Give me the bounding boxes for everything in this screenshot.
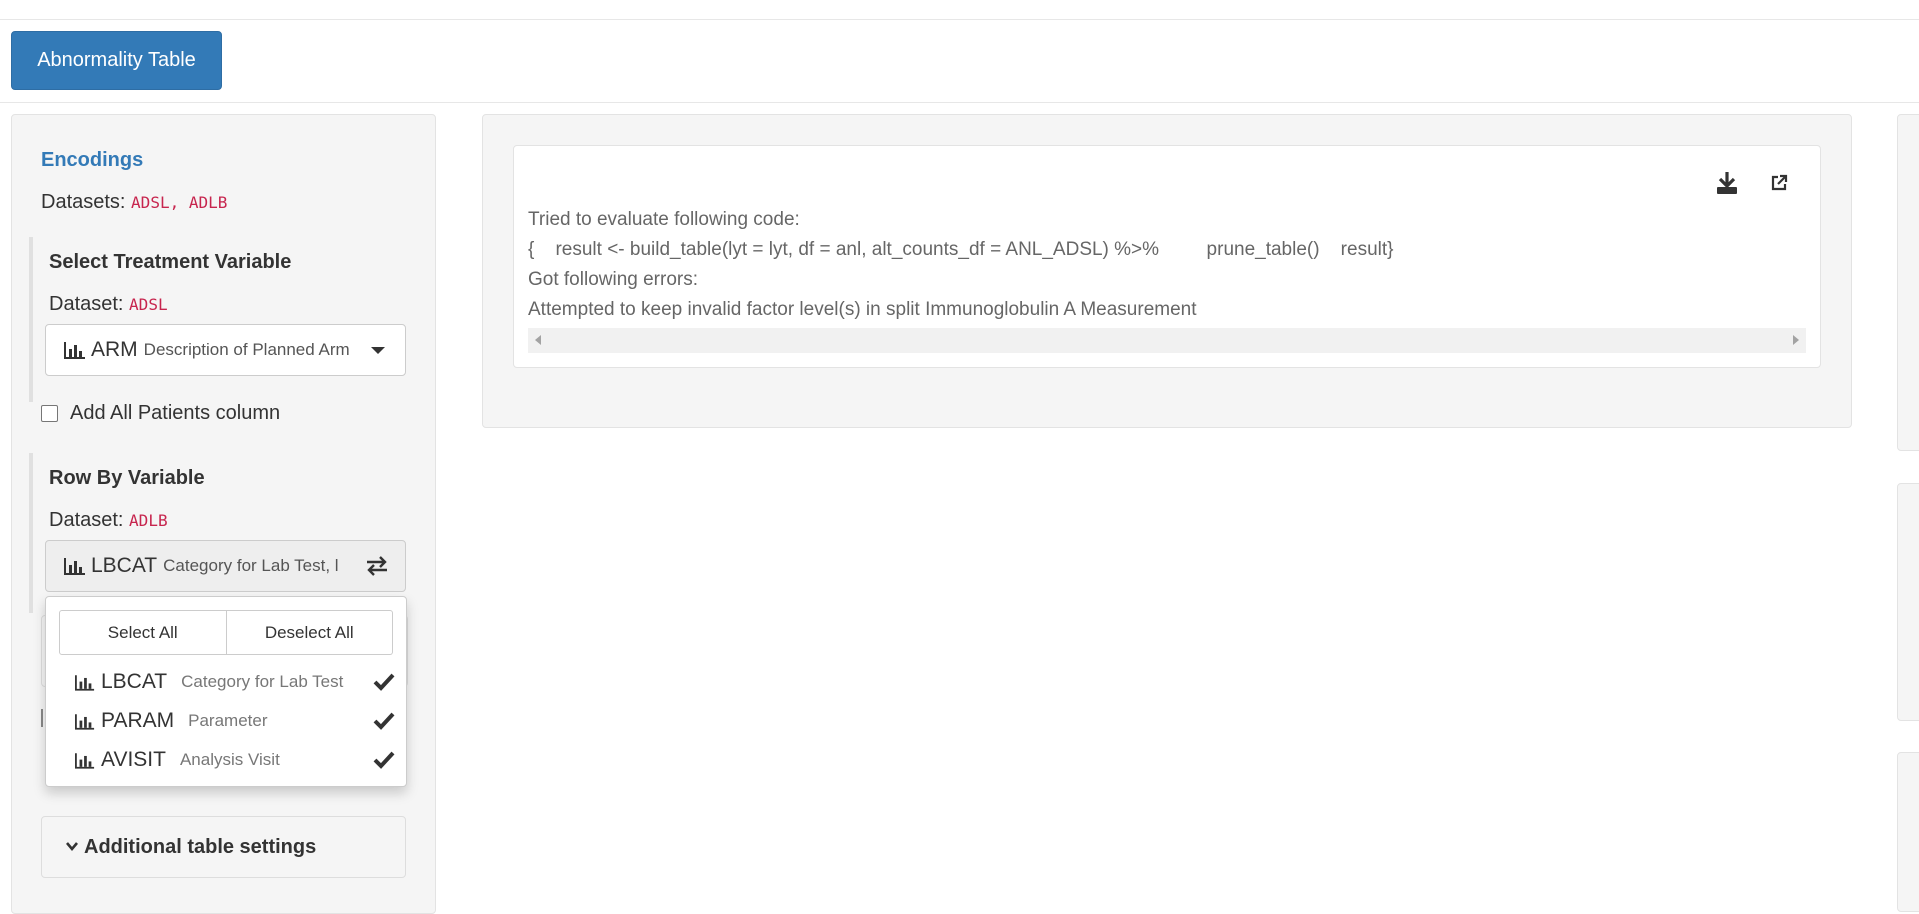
row-by-dataset-value: ADLB <box>129 511 168 530</box>
datasets-label: Datasets: <box>41 191 126 213</box>
bar-chart-icon <box>64 558 85 575</box>
additional-table-settings-toggle[interactable]: Additional table settings <box>41 816 406 878</box>
encodings-title: Encodings <box>41 149 144 171</box>
bar-chart-icon <box>75 674 95 691</box>
check-icon <box>373 673 395 691</box>
error-line: Tried to evaluate following code: <box>528 209 800 230</box>
option-name: PARAM <box>101 709 175 732</box>
option-desc: Analysis Visit <box>179 750 280 769</box>
tab-divider <box>0 102 1919 103</box>
additional-table-settings-label: Additional table settings <box>84 836 317 858</box>
datasets-value: ADSL, ADLB <box>131 193 228 212</box>
bar-chart-icon <box>64 342 85 359</box>
select-all-button[interactable]: Select All <box>59 610 227 655</box>
bar-chart-icon <box>75 752 95 769</box>
treatment-selected-name: ARM <box>91 338 138 361</box>
add-all-patients-label: Add All Patients column <box>70 402 281 424</box>
treatment-variable-select[interactable]: ARM Description of Planned Arm <box>45 324 406 376</box>
right-panel-bottom <box>1897 752 1919 912</box>
row-by-variable-select[interactable]: LBCAT Category for Lab Test, l <box>45 540 406 592</box>
output-panel: Tried to evaluate following code: { resu… <box>482 114 1852 428</box>
add-all-patients-row: Add All Patients column <box>41 402 280 425</box>
treatment-dataset-line: Dataset: ADSL <box>49 293 168 316</box>
treatment-dataset-value: ADSL <box>129 295 168 314</box>
encodings-panel: Encodings Datasets: ADSL, ADLB Select Tr… <box>11 114 436 914</box>
external-link-icon[interactable] <box>1770 174 1788 192</box>
treatment-section: Select Treatment Variable Dataset: ADSL <box>29 237 291 402</box>
download-icon[interactable] <box>1716 171 1738 195</box>
select-buttons-group: Select All Deselect All <box>59 610 393 655</box>
error-line: Got following errors: <box>528 269 699 290</box>
top-bar <box>0 0 1919 20</box>
row-by-dataset-line: Dataset: ADLB <box>49 509 168 532</box>
right-panel-middle <box>1897 483 1919 721</box>
option-name: LBCAT <box>101 670 168 693</box>
abnormality-table-tab[interactable]: Abnormality Table <box>11 31 222 90</box>
datasets-line: Datasets: ADSL, ADLB <box>41 191 227 214</box>
deselect-all-button[interactable]: Deselect All <box>226 610 393 655</box>
treatment-selected-desc: Description of Planned Arm <box>143 340 350 359</box>
option-desc: Category for Lab Test <box>181 672 344 691</box>
row-by-dropdown-menu: Select All Deselect All LBCAT Category f… <box>45 596 407 787</box>
bar-chart-icon <box>75 713 95 730</box>
dropdown-option-lbcat[interactable]: LBCAT Category for Lab Test <box>75 664 395 700</box>
horizontal-scrollbar[interactable] <box>528 328 1806 353</box>
row-by-title: Row By Variable <box>49 467 205 489</box>
row-by-dataset-label: Dataset: <box>49 509 124 531</box>
add-all-patients-checkbox[interactable] <box>41 405 58 422</box>
row-by-selected-desc: Category for Lab Test, l <box>163 556 339 575</box>
row-by-selected-name: LBCAT <box>91 554 158 577</box>
scroll-left-arrow-icon[interactable] <box>535 335 541 345</box>
error-line: Attempted to keep invalid factor level(s… <box>528 299 1197 320</box>
option-name: AVISIT <box>101 748 166 771</box>
option-desc: Parameter <box>188 711 268 730</box>
treatment-title: Select Treatment Variable <box>49 251 292 273</box>
right-panel-top <box>1897 114 1919 451</box>
caret-down-icon <box>371 347 385 354</box>
dropdown-option-param[interactable]: PARAM Parameter <box>75 703 395 739</box>
row-by-section: Row By Variable Dataset: ADLB <box>29 453 205 613</box>
check-icon <box>373 751 395 769</box>
chevron-down-icon <box>66 842 78 852</box>
check-icon <box>373 712 395 730</box>
scroll-right-arrow-icon[interactable] <box>1793 335 1799 345</box>
dropdown-option-avisit[interactable]: AVISIT Analysis Visit <box>75 742 395 778</box>
treatment-dataset-label: Dataset: <box>49 293 124 315</box>
error-line: { result <- build_table(lyt = lyt, df = … <box>528 239 1394 260</box>
exchange-icon[interactable] <box>365 555 389 577</box>
output-card: Tried to evaluate following code: { resu… <box>513 145 1821 368</box>
